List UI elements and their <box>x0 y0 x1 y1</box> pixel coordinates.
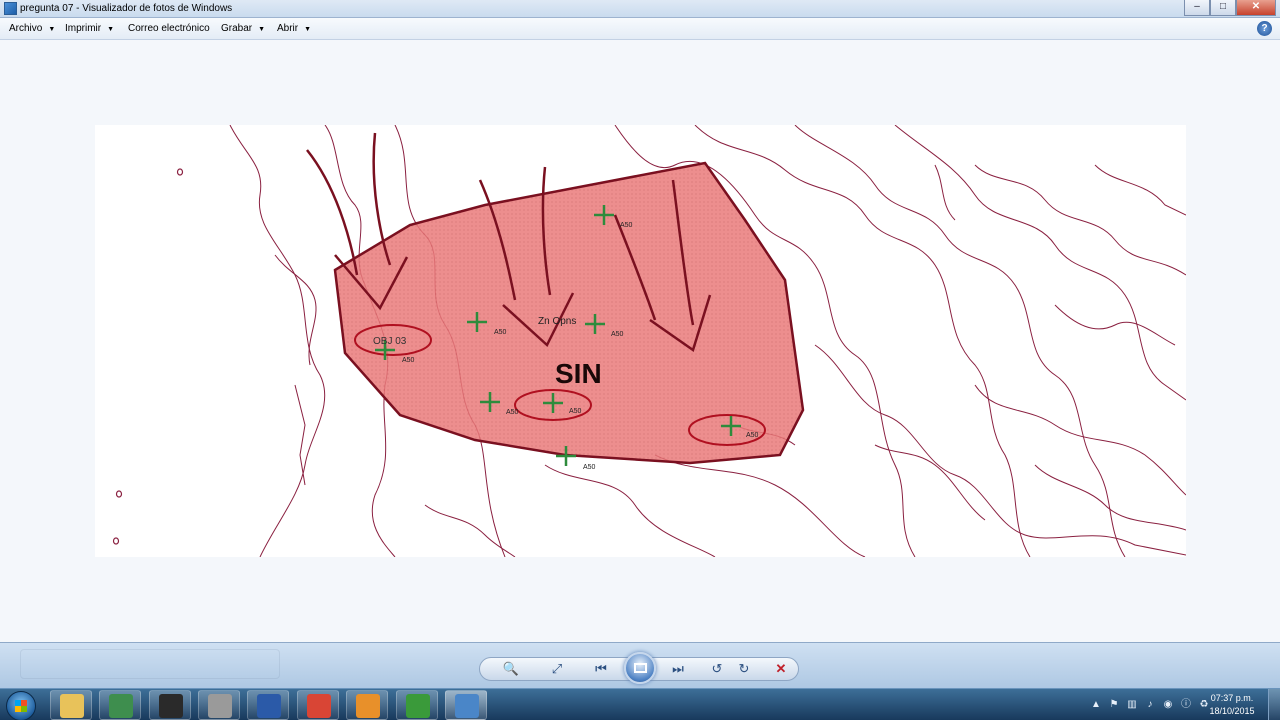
rotate-counterclockwise-icon[interactable]: ↺ <box>706 659 728 679</box>
action-center-icon[interactable]: ⚑ <box>1108 699 1120 711</box>
taskbar-app-photos[interactable] <box>445 690 487 720</box>
chevron-down-icon: ▼ <box>107 26 115 33</box>
menu-abrir[interactable]: Abrir ▼ <box>277 23 311 34</box>
windows-logo-icon <box>15 700 27 712</box>
power-icon[interactable]: ◉ <box>1162 699 1174 711</box>
help-icon[interactable]: ? <box>1257 21 1272 36</box>
unit-tag: A50 <box>583 464 596 471</box>
taskbar-app-explorer[interactable] <box>50 690 92 720</box>
displayed-image[interactable]: SIN Zn Opns OBJ 03 A50 A50 A50 A50 A50 A… <box>95 125 1186 557</box>
zoom-icon[interactable]: 🔍 <box>500 659 522 679</box>
window-title: pregunta 07 - Visualizador de fotos de W… <box>20 3 233 14</box>
network-icon[interactable]: ▥ <box>1126 699 1138 711</box>
photo-viewer-app-icon <box>4 2 17 15</box>
unit-tag: A50 <box>506 409 519 416</box>
menu-correo-label: Correo electrónico <box>128 23 210 34</box>
taskbar-app-media[interactable] <box>346 690 388 720</box>
volume-icon[interactable]: ♪ <box>1144 699 1156 711</box>
taskbar-app-camtasia[interactable] <box>396 690 438 720</box>
taskbar-app-chrome[interactable] <box>297 690 339 720</box>
close-button[interactable]: ✕ <box>1236 0 1276 16</box>
title-bar: pregunta 07 - Visualizador de fotos de W… <box>0 0 1280 18</box>
menu-imprimir[interactable]: Imprimir ▼ <box>65 23 114 34</box>
actual-size-icon[interactable]: ⤢ <box>546 659 568 679</box>
unit-tag: A50 <box>494 329 507 336</box>
camtasia-icon <box>406 694 430 718</box>
taskbar-app-globe[interactable] <box>99 690 141 720</box>
menu-abrir-label: Abrir <box>277 23 299 34</box>
clock[interactable]: 07:37 p.m. 18/10/2015 <box>1204 692 1260 718</box>
zn-opns-label: Zn Opns <box>538 316 576 327</box>
tray-arrow-icon[interactable]: ▲ <box>1090 699 1102 711</box>
minimize-button[interactable]: – <box>1184 0 1210 16</box>
globe-icon <box>109 694 133 718</box>
zone-label: SIN <box>555 358 602 389</box>
media-player-icon <box>356 694 380 718</box>
taskbar-app-tool[interactable] <box>198 690 240 720</box>
objective-label: OBJ 03 <box>373 336 407 347</box>
unit-tag: A50 <box>746 432 759 439</box>
menu-archivo-label: Archivo <box>9 23 43 34</box>
taskbar: ▲ ⚑ ▥ ♪ ◉ ⓘ ♻ 07:37 p.m. 18/10/2015 <box>0 688 1280 720</box>
photo-viewer-area: SIN Zn Opns OBJ 03 A50 A50 A50 A50 A50 A… <box>0 40 1280 642</box>
clock-time: 07:37 p.m. <box>1210 693 1254 703</box>
media-321-icon <box>159 694 183 718</box>
start-button[interactable] <box>6 691 36 720</box>
menu-bar: Archivo ▼ Imprimir ▼ Correo electrónico Gr… <box>0 18 1280 40</box>
word-icon <box>257 694 281 718</box>
menu-correo[interactable]: Correo electrónico <box>128 23 210 34</box>
show-desktop-button[interactable] <box>1268 689 1280 720</box>
unit-tag: A50 <box>569 408 582 415</box>
slideshow-button[interactable] <box>624 652 656 684</box>
next-icon[interactable]: ⏭ <box>667 659 689 679</box>
slideshow-icon <box>634 663 647 673</box>
menu-grabar[interactable]: Grabar ▼ <box>221 23 265 34</box>
previous-icon[interactable]: ⏮ <box>590 659 612 679</box>
chevron-down-icon: ▼ <box>48 26 56 33</box>
chrome-icon <box>307 694 331 718</box>
menu-archivo[interactable]: Archivo ▼ <box>9 23 55 34</box>
rotate-clockwise-icon[interactable]: ↻ <box>733 659 755 679</box>
menu-imprimir-label: Imprimir <box>65 23 102 34</box>
chevron-down-icon: ▼ <box>304 26 312 33</box>
unit-tag: A50 <box>402 357 415 364</box>
info-icon[interactable]: ⓘ <box>1180 699 1192 711</box>
taskbar-app-word[interactable] <box>247 690 289 720</box>
clock-date: 18/10/2015 <box>1209 706 1255 716</box>
delete-icon[interactable]: ✕ <box>770 659 792 679</box>
unit-tag: A50 <box>611 331 624 338</box>
background-reflection <box>20 649 280 679</box>
window-controls: – □ ✕ <box>1184 0 1276 16</box>
taskbar-app-player[interactable] <box>149 690 191 720</box>
folder-icon <box>60 694 84 718</box>
unit-tag: A50 <box>620 222 633 229</box>
maximize-button[interactable]: □ <box>1210 0 1236 16</box>
small-contours <box>112 168 184 545</box>
chevron-down-icon: ▼ <box>258 26 266 33</box>
photo-viewer-icon <box>455 694 479 718</box>
menu-grabar-label: Grabar <box>221 23 253 34</box>
utility-icon <box>208 694 232 718</box>
tactical-map: SIN Zn Opns OBJ 03 A50 A50 A50 A50 A50 A… <box>112 125 1186 557</box>
